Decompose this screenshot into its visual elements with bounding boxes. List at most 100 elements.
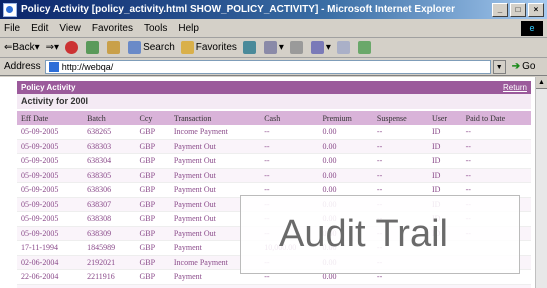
table-cell: -- [461, 125, 531, 140]
table-row[interactable]: 05-09-2005 638305 GBP Payment Out -- 0.00 -- ID… [17, 168, 531, 183]
table-cell: 638306 [83, 182, 136, 198]
menu-help[interactable]: Help [178, 23, 199, 34]
history-button[interactable] [242, 41, 258, 54]
column-header[interactable]: User [427, 111, 462, 125]
go-label: Go [522, 61, 536, 72]
vertical-scrollbar[interactable]: ▲ [535, 77, 547, 288]
messenger-button[interactable] [357, 41, 373, 54]
column-header[interactable]: Eff Date [17, 111, 84, 125]
table-row[interactable]: 05-09-2005 638304 GBP Payment Out -- 0.00 -- ID… [17, 153, 531, 169]
discuss-button[interactable] [336, 41, 352, 54]
favorites-button[interactable]: Favorites [180, 41, 237, 54]
table-row[interactable]: 05-09-2005 638303 GBP Payment Out -- 0.00 -- ID… [17, 139, 531, 154]
table-cell: 0.00 [318, 153, 373, 169]
table-cell: Payment Out [169, 153, 261, 169]
table-cell: 1845989 [83, 240, 136, 256]
page-icon [48, 61, 59, 72]
table-cell: GBP [135, 153, 170, 169]
table-cell: Income Payment [169, 125, 261, 140]
table-cell: GBP [135, 269, 170, 285]
window-controls: _ □ × [492, 2, 544, 17]
column-header[interactable]: Batch [83, 111, 136, 125]
table-cell: -- [260, 284, 319, 288]
menu-edit[interactable]: Edit [31, 23, 48, 34]
scroll-up-button[interactable]: ▲ [536, 77, 547, 89]
table-cell: 02-06-2004 [17, 255, 84, 270]
search-icon [128, 41, 142, 54]
column-header[interactable]: Paid to Date [461, 111, 531, 125]
table-cell: GBP [135, 168, 170, 183]
address-input[interactable]: http://webqa/ [44, 59, 491, 74]
column-header[interactable]: Ccy [135, 111, 170, 125]
menu-favorites[interactable]: Favorites [92, 23, 133, 34]
menu-bar: File Edit View Favorites Tools Help [0, 19, 547, 38]
address-dropdown-button[interactable]: ▼ [492, 59, 506, 74]
refresh-button[interactable] [86, 41, 101, 54]
menu-tools[interactable]: Tools [144, 23, 167, 34]
table-cell: Payment Out [169, 139, 261, 154]
maximize-button[interactable]: □ [510, 2, 526, 17]
mail-button[interactable]: ▾ [263, 41, 284, 54]
table-cell: GBP [135, 139, 170, 154]
table-cell: 05-09-2005 [17, 226, 84, 241]
table-cell: 2192021 [83, 255, 136, 270]
table-cell: 638304 [83, 153, 136, 169]
go-button[interactable]: ➔ Go [512, 61, 536, 72]
forward-button[interactable]: ⇒ ▾ [46, 42, 59, 53]
menu-view[interactable]: View [59, 23, 81, 34]
mail-icon [263, 41, 277, 54]
forward-arrow-icon: ⇒ [45, 42, 55, 53]
back-button[interactable]: ⇐ Back ▾ [4, 42, 40, 53]
column-header[interactable]: Suspense [372, 111, 428, 125]
table-cell: 05-09-2005 [17, 168, 84, 183]
column-header[interactable]: Premium [318, 111, 373, 125]
search-button[interactable]: Search [128, 41, 175, 54]
print-button[interactable] [289, 41, 305, 54]
table-cell: 0.00 [318, 168, 373, 183]
table-cell: GBP [135, 182, 170, 198]
table-cell: GBP [135, 255, 170, 270]
menu-file[interactable]: File [4, 23, 20, 34]
stop-icon [65, 41, 79, 54]
column-header[interactable]: Transaction [169, 111, 261, 125]
page-header-bar: Policy Activity Return [17, 81, 531, 94]
messenger-icon [357, 41, 371, 54]
stop-button[interactable] [65, 41, 80, 54]
table-cell: GBP [135, 211, 170, 227]
history-icon [242, 41, 256, 54]
column-header[interactable]: Cash [260, 111, 319, 125]
table-cell: -- [372, 153, 428, 169]
close-button[interactable]: × [528, 2, 544, 17]
back-arrow-icon: ⇐ [4, 42, 13, 53]
table-cell: GBP [135, 226, 170, 241]
table-cell: -- [461, 168, 531, 183]
favorites-label: Favorites [195, 42, 237, 53]
table-cell: -- [372, 168, 428, 183]
address-value: http://webqa/ [61, 61, 114, 72]
return-link[interactable]: Return [503, 83, 527, 92]
table-cell: 638265 [83, 125, 136, 140]
table-cell: 0.00 [318, 284, 373, 288]
address-label: Address [4, 61, 41, 72]
table-row[interactable]: 05-09-2005 638265 GBP Income Payment -- 0.00-… [17, 125, 531, 140]
window-title: Policy Activity [policy_activity.html SH… [21, 4, 455, 15]
back-label: Back [12, 42, 35, 53]
print-icon [289, 41, 303, 54]
table-row[interactable]: 24-09-20042212390GBPIncome Payment--0.00… [17, 284, 531, 288]
search-label: Search [143, 42, 175, 53]
ie-app-icon[interactable] [3, 2, 17, 17]
table-cell: Payment Out [169, 168, 261, 183]
home-button[interactable] [107, 41, 122, 54]
edit-button[interactable]: ▾ [310, 41, 331, 54]
table-cell: ID [427, 125, 462, 140]
table-cell: 2211916 [83, 269, 136, 285]
table-cell: -- [372, 284, 428, 288]
table-cell: 24-09-2004 [17, 284, 84, 288]
table-cell: ID [427, 153, 462, 169]
minimize-button[interactable]: _ [492, 2, 508, 17]
window-title-bar: Policy Activity [policy_activity.html SH… [0, 0, 547, 19]
table-cell: GBP [135, 125, 170, 140]
edit-icon [310, 41, 324, 54]
table-cell: 05-09-2005 [17, 197, 84, 212]
favorites-icon [180, 41, 194, 54]
